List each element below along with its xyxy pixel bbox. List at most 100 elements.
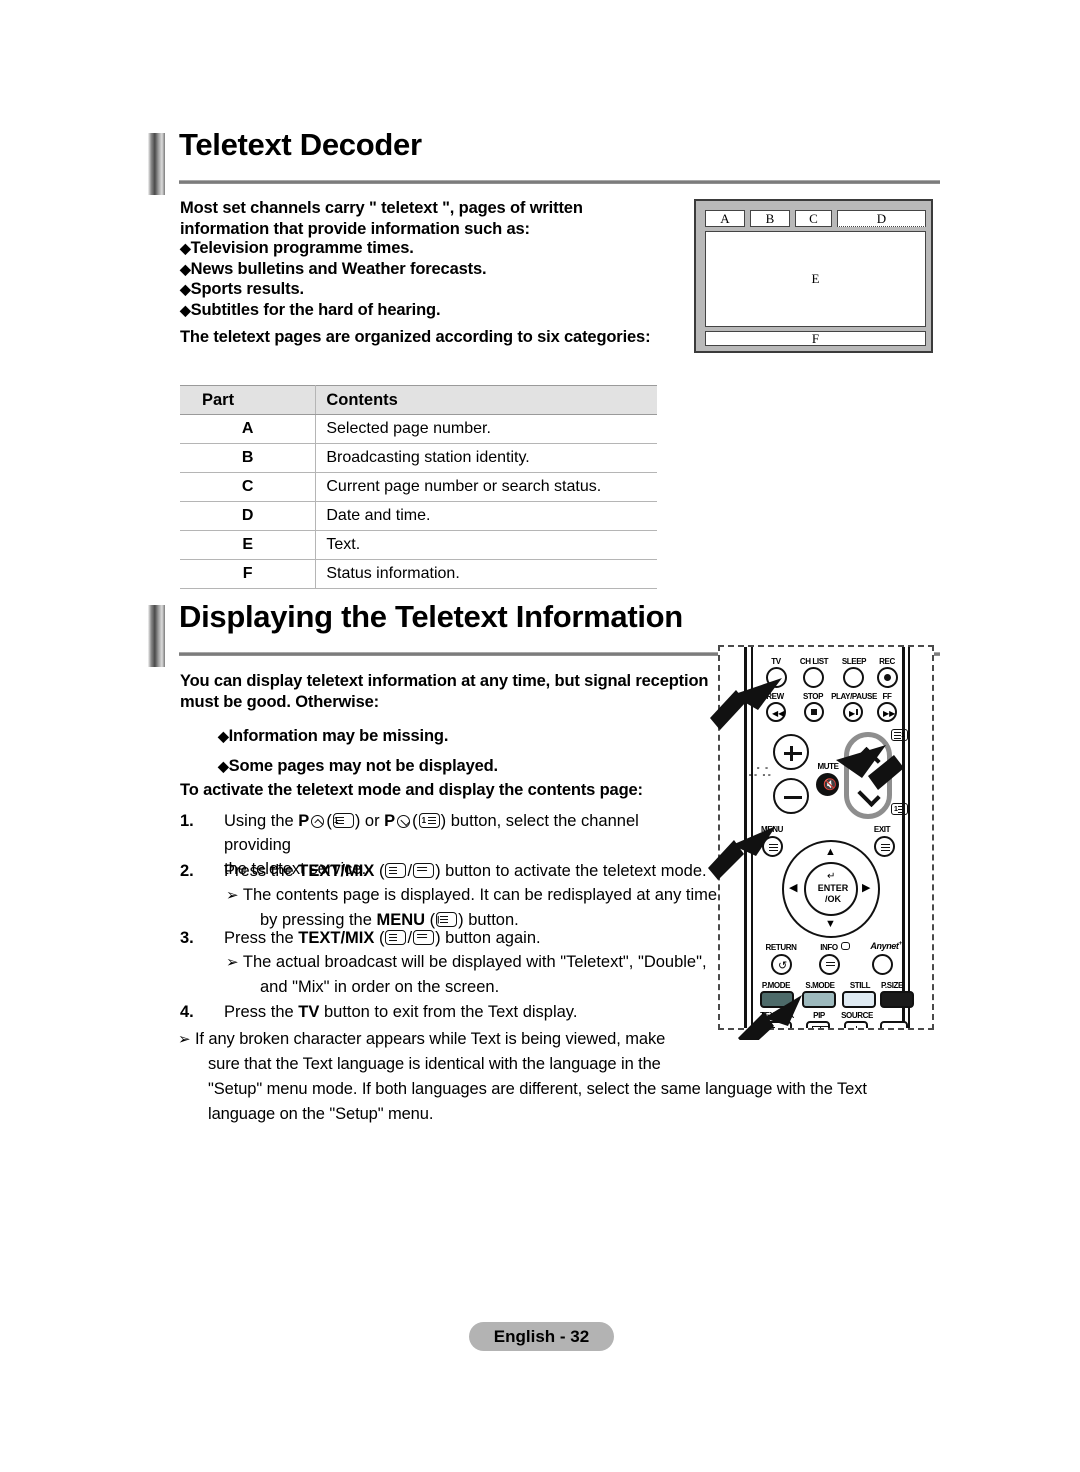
section-teletext-decoder: Teletext Decoder [148, 127, 940, 195]
teletext-index-icon: 1 [332, 813, 354, 828]
screen-region-c-label: C [809, 210, 818, 226]
intro-line-2: information that provide information suc… [180, 219, 530, 238]
list-item: ◆Some pages may not be displayed. [218, 751, 738, 781]
diamond-bullet-icon: ◆ [180, 301, 191, 318]
section2-title: Displaying the Teletext Information [179, 599, 683, 634]
note-line: language on the "Setup" menu. [208, 1102, 918, 1127]
cell-contents: Status information. [315, 559, 657, 589]
section1-bullet-list: ◆Television programme times. ◆News bulle… [180, 238, 700, 320]
teletext-screen-diagram: A B C D E F [694, 199, 933, 353]
textmix-button-label: TEXT/MIX [298, 929, 375, 947]
table-header-row: Part Contents [180, 385, 657, 415]
tv-button-label: TV [298, 1003, 320, 1021]
diamond-bullet-icon: ◆ [218, 728, 229, 744]
cell-contents: Broadcasting station identity. [315, 443, 657, 473]
bullet-text: Some pages may not be displayed. [228, 757, 499, 775]
bullet-text: Television programme times. [190, 239, 414, 257]
list-item: ◆Information may be missing. [218, 721, 738, 751]
step-text: Press the [224, 1003, 299, 1021]
list-item: ◆Subtitles for the hard of hearing. [180, 300, 700, 321]
cell-part: C [180, 472, 317, 502]
screen-region-b: B [750, 210, 790, 227]
screen-region-a-label: A [720, 210, 730, 226]
table-row: C Current page number or search status. [180, 472, 657, 502]
table-row: A Selected page number. [180, 414, 657, 444]
table-row: E Text. [180, 530, 657, 560]
section1-intro: Most set channels carry " teletext ", pa… [180, 198, 700, 239]
step-text: button to exit from the Text display. [319, 1003, 578, 1021]
note-text: If any broken character appears while Te… [194, 1030, 666, 1048]
step-note: ➢ The actual broadcast will be displayed… [226, 950, 707, 975]
section-accent-bar [148, 605, 165, 667]
mix-icon [413, 863, 435, 878]
step-text: Press the [224, 862, 299, 880]
page-title: Teletext Decoder [179, 127, 422, 162]
section-divider [179, 180, 940, 184]
column-header-contents: Contents [315, 385, 657, 415]
cell-part: E [180, 530, 317, 560]
cell-contents: Date and time. [315, 501, 657, 531]
diamond-bullet-icon: ◆ [218, 758, 229, 774]
section2-bullet-list: ◆Information may be missing. ◆Some pages… [218, 721, 738, 781]
section-accent-bar [148, 133, 165, 195]
note-text: language on the "Setup" menu. [208, 1105, 434, 1123]
screen-inner: A B C D E F [705, 210, 926, 346]
screen-region-e-label: E [811, 271, 820, 286]
screen-region-f-label: F [811, 330, 820, 346]
screen-region-a: A [705, 210, 745, 227]
bullet-text: News bulletins and Weather forecasts. [190, 259, 487, 278]
cell-contents: Selected page number. [315, 414, 657, 444]
step-text: button to activate the teletext mode. [440, 862, 707, 880]
step-text: or [360, 812, 385, 830]
intro-line-1: You can display teletext information at … [180, 672, 709, 690]
cell-part: A [180, 414, 317, 444]
intro-line-2: must be good. Otherwise: [180, 692, 380, 711]
arrow-marker-icon: ➢ [226, 954, 239, 971]
chevron-down-icon [397, 815, 411, 828]
p-down-label: P [384, 812, 396, 830]
screen-region-b-label: B [765, 210, 775, 226]
chevron-up-icon [311, 815, 325, 828]
cell-part: B [180, 443, 317, 473]
column-header-part: Part [180, 385, 317, 415]
step-body: Press the TEXT/MIX (/) button to activat… [224, 859, 717, 932]
manual-page: Teletext Decoder Most set channels carry… [0, 0, 1080, 1472]
intro-line-1: Most set channels carry " teletext ", pa… [180, 199, 583, 217]
note-line: sure that the Text language is identical… [208, 1052, 918, 1077]
step-body: Press the TEXT/MIX (/) button again. ➢ T… [224, 926, 707, 999]
arrow-marker-icon: ➢ [226, 887, 239, 904]
section1-closing-text: The teletext pages are organized accordi… [180, 328, 651, 346]
page-number-label: English - 32 [493, 1326, 590, 1346]
diamond-bullet-icon: ◆ [180, 260, 191, 277]
textmix-button-label: TEXT/MIX [298, 862, 375, 880]
step-text: Press the [224, 929, 299, 947]
parts-table: Part Contents A Selected page number. B … [180, 385, 657, 589]
table-row: D Date and time. [180, 501, 657, 531]
step-text: button again. [440, 929, 541, 947]
diamond-bullet-icon: ◆ [180, 240, 191, 256]
section2-intro: You can display teletext information at … [180, 671, 750, 712]
mix-icon [413, 930, 435, 945]
screen-region-d: D [837, 210, 926, 227]
cell-contents: Text. [315, 530, 657, 560]
note-text: "Setup" menu mode. If both languages are… [208, 1080, 867, 1098]
closing-note: ➢ If any broken character appears while … [178, 1027, 918, 1127]
note-text: The actual broadcast will be displayed w… [242, 953, 707, 971]
step-number: 4. [180, 1003, 194, 1021]
bullet-text: Sports results. [190, 280, 304, 298]
step-number: 2. [180, 862, 194, 880]
teletext-icon [385, 863, 407, 878]
list-item: ◆Sports results. [180, 279, 700, 300]
screen-region-e: E [705, 231, 926, 327]
page-footer: English - 32 [469, 1322, 614, 1351]
bullet-text: Subtitles for the hard of hearing. [190, 300, 441, 319]
step-number: 3. [180, 929, 194, 947]
step-number: 1. [180, 812, 194, 830]
arrow-marker-icon: ➢ [178, 1031, 191, 1048]
section2-activate-text: To activate the teletext mode and displa… [180, 781, 643, 799]
teletext-icon [385, 930, 407, 945]
list-item: ◆News bulletins and Weather forecasts. [180, 259, 700, 280]
note-text: and "Mix" in order on the screen. [260, 978, 500, 996]
menu-icon: | [436, 912, 458, 927]
step-note-cont: and "Mix" in order on the screen. [260, 975, 707, 999]
